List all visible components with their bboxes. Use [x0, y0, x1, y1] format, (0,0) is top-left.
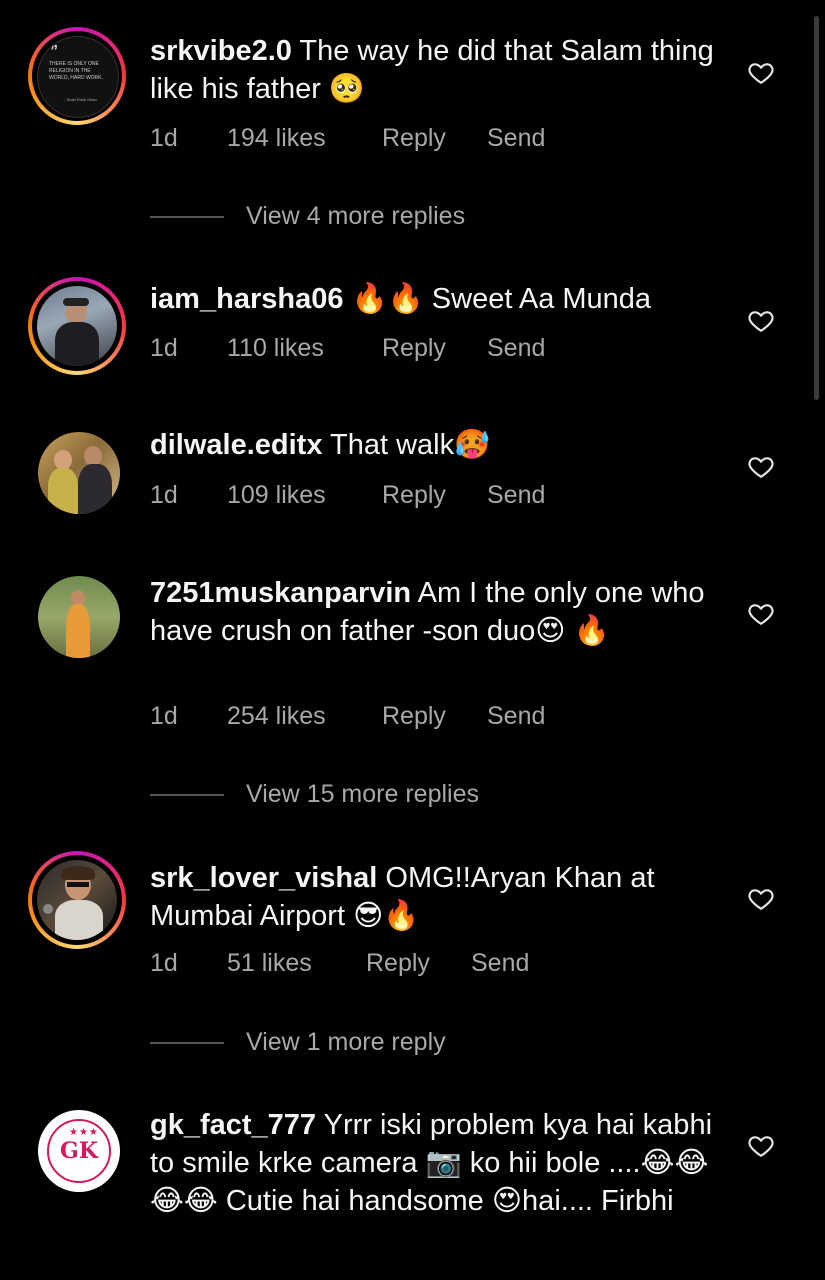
- reply-button[interactable]: Reply: [382, 702, 446, 731]
- comment-text: 7251muskanparvin Am I the only one who h…: [150, 574, 720, 650]
- avatar: [37, 860, 117, 940]
- view-replies-line: [150, 216, 224, 218]
- view-replies-label[interactable]: View 4 more replies: [246, 202, 465, 231]
- avatar: [37, 286, 117, 366]
- view-replies-label[interactable]: View 15 more replies: [246, 780, 479, 809]
- comment-text: srkvibe2.0 The way he did that Salam thi…: [150, 32, 720, 108]
- heart-outline-icon[interactable]: [748, 601, 774, 627]
- heart-outline-icon[interactable]: [748, 308, 774, 334]
- comment-username[interactable]: 7251muskanparvin: [150, 577, 411, 609]
- avatar[interactable]: [38, 432, 120, 514]
- avatar-story-ring[interactable]: [28, 851, 126, 949]
- comment-username[interactable]: gk_fact_777: [150, 1109, 316, 1141]
- avatar-logo-text: GK: [60, 1138, 98, 1164]
- avatar[interactable]: ★★★ GK: [38, 1110, 120, 1192]
- comment-time: 1d: [150, 481, 178, 509]
- send-button[interactable]: Send: [487, 124, 545, 153]
- reply-button[interactable]: Reply: [382, 481, 446, 510]
- comment-time: 1d: [150, 124, 178, 152]
- reply-button[interactable]: Reply: [382, 124, 446, 153]
- avatar-author: - Shah Rukh Khan: [64, 97, 97, 102]
- comment-username[interactable]: iam_harsha06: [150, 283, 343, 315]
- comment-text: srk_lover_vishal OMG!!Aryan Khan at Mumb…: [150, 859, 720, 935]
- view-replies-label[interactable]: View 1 more reply: [246, 1028, 446, 1057]
- comment-body: That walk🥵: [322, 429, 491, 461]
- heart-outline-icon[interactable]: [748, 886, 774, 912]
- send-button[interactable]: Send: [487, 334, 545, 363]
- comment-username[interactable]: dilwale.editx: [150, 429, 322, 461]
- heart-outline-icon[interactable]: [748, 60, 774, 86]
- heart-outline-icon[interactable]: [748, 454, 774, 480]
- comment-text: iam_harsha06 🔥🔥 Sweet Aa Munda: [150, 280, 720, 318]
- comment-body: 🔥🔥 Sweet Aa Munda: [343, 283, 652, 315]
- reply-button[interactable]: Reply: [366, 949, 430, 978]
- comment-time: 1d: [150, 949, 178, 977]
- comment-time: 1d: [150, 702, 178, 730]
- comment-username[interactable]: srkvibe2.0: [150, 35, 292, 67]
- avatar-quote: THERE IS ONLY ONE RELIGION IN THE WORLD,…: [49, 61, 103, 81]
- likes-count[interactable]: 109 likes: [227, 481, 326, 510]
- likes-count[interactable]: 51 likes: [227, 949, 312, 978]
- view-replies-line: [150, 1042, 224, 1044]
- send-button[interactable]: Send: [487, 481, 545, 510]
- avatar-story-ring[interactable]: ” THERE IS ONLY ONE RELIGION IN THE WORL…: [28, 27, 126, 125]
- likes-count[interactable]: 194 likes: [227, 124, 326, 153]
- likes-count[interactable]: 110 likes: [227, 334, 324, 363]
- view-replies-line: [150, 794, 224, 796]
- comment-text: gk_fact_777 Yrrr iski problem kya hai ka…: [150, 1106, 720, 1220]
- send-button[interactable]: Send: [471, 949, 529, 978]
- avatar[interactable]: [38, 576, 120, 658]
- reply-button[interactable]: Reply: [382, 334, 446, 363]
- send-button[interactable]: Send: [487, 702, 545, 731]
- comment-time: 1d: [150, 334, 178, 362]
- avatar: ” THERE IS ONLY ONE RELIGION IN THE WORL…: [37, 36, 119, 118]
- avatar-story-ring[interactable]: [28, 277, 126, 375]
- heart-outline-icon[interactable]: [748, 1133, 774, 1159]
- scrollbar[interactable]: [814, 16, 819, 400]
- comment-text: dilwale.editx That walk🥵: [150, 426, 720, 464]
- likes-count[interactable]: 254 likes: [227, 702, 326, 731]
- comment-username[interactable]: srk_lover_vishal: [150, 862, 377, 894]
